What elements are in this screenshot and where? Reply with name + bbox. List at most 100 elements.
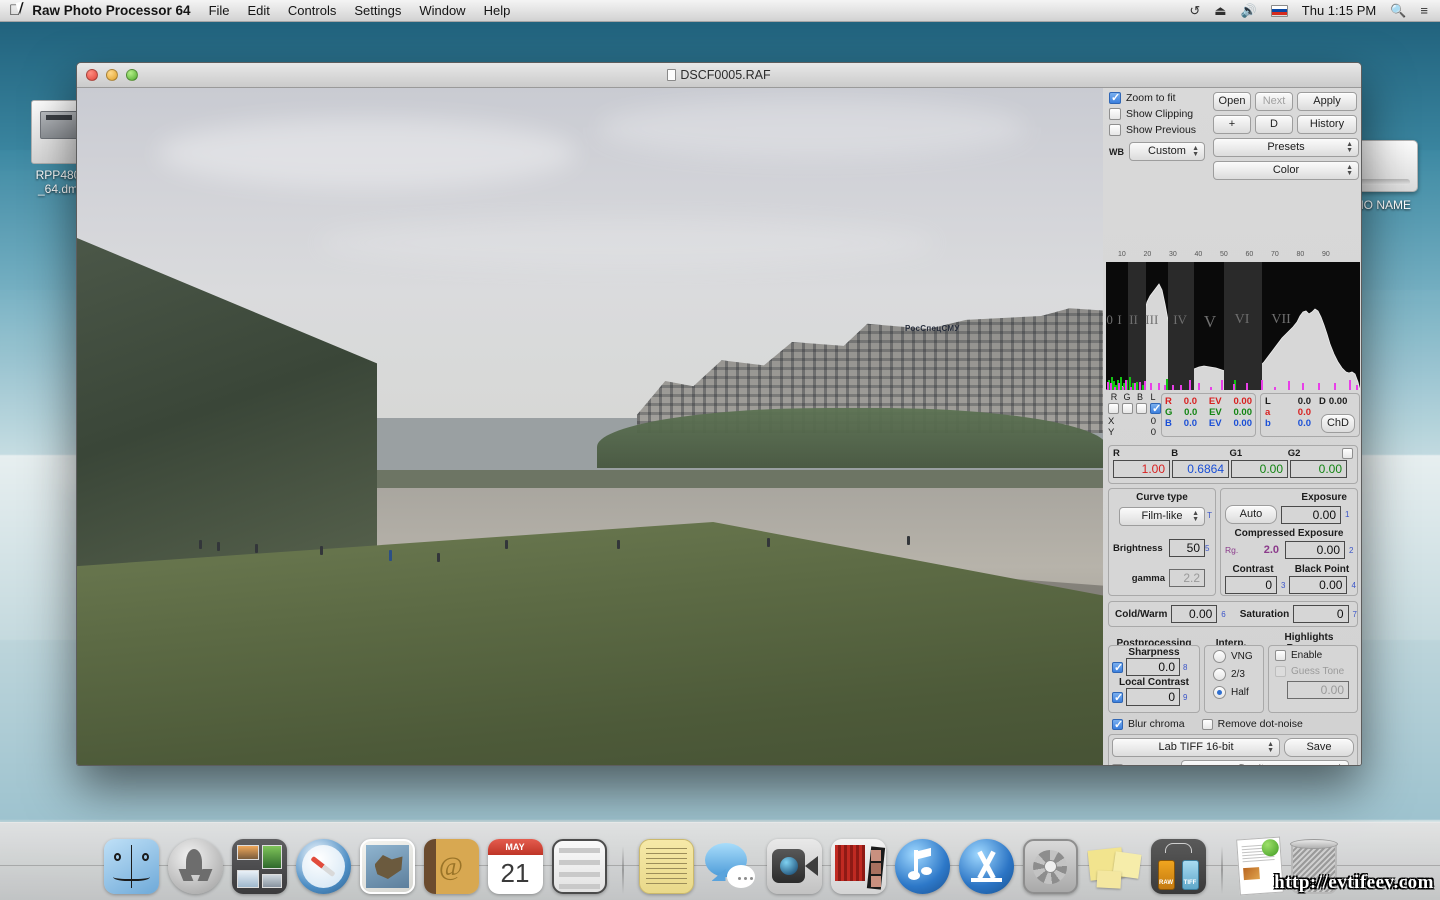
histogram-clip-mark	[1144, 381, 1146, 390]
multiplier-value-r[interactable]: 1.00	[1113, 460, 1170, 478]
app-store-icon[interactable]	[958, 839, 1014, 894]
menu-controls[interactable]: Controls	[288, 3, 336, 18]
menubar-clock[interactable]: Thu 1:15 PM	[1302, 3, 1376, 18]
curve-type-value: Film-like	[1141, 510, 1183, 522]
menu-settings[interactable]: Settings	[354, 3, 401, 18]
interp-option-vng[interactable]: VNG	[1213, 650, 1263, 663]
interp-option-half[interactable]: Half	[1213, 686, 1263, 699]
remove-dot-noise-checkbox[interactable]	[1201, 718, 1213, 730]
mail-icon[interactable]	[359, 839, 415, 894]
cold-warm-field[interactable]: 0.00	[1171, 605, 1218, 623]
highlights-enable-row[interactable]: Enable	[1275, 650, 1357, 661]
multiplier-value-g2[interactable]: 0.00	[1290, 460, 1347, 478]
output-format-popup[interactable]: Lab TIFF 16-bit ▲ ▼	[1112, 738, 1280, 757]
chd-button[interactable]: ChD	[1321, 414, 1355, 433]
compressed-exposure-field[interactable]: 0.00	[1285, 541, 1345, 559]
add-preset-button[interactable]: +	[1213, 115, 1251, 134]
active-app-name[interactable]: Raw Photo Processor 64	[32, 3, 190, 18]
multiplier-value-g1[interactable]: 0.00	[1231, 460, 1288, 478]
notes-icon[interactable]	[638, 839, 694, 894]
photobooth-icon[interactable]	[830, 839, 886, 894]
show-previous-label: Show Previous	[1126, 124, 1197, 136]
spotlight-search-icon[interactable]: 🔍	[1390, 3, 1406, 19]
raw-photo-processor-icon[interactable]: RAW TIFF	[1150, 839, 1206, 894]
d-button[interactable]: D	[1255, 115, 1293, 134]
apply-button[interactable]: Apply	[1297, 92, 1357, 111]
channel-g-checkbox[interactable]	[1122, 403, 1133, 414]
facetime-icon[interactable]	[766, 839, 822, 894]
save-button[interactable]: Save	[1284, 738, 1354, 757]
safari-icon[interactable]	[295, 839, 351, 894]
channel-l-checkbox[interactable]	[1150, 402, 1161, 415]
highlights-value-field[interactable]: 0.00	[1287, 681, 1349, 699]
black-point-field[interactable]: 0.00	[1289, 576, 1348, 594]
open-action-popup[interactable]: Don't open ▲▼	[1181, 760, 1350, 765]
curve-type-popup[interactable]: Film-like ▲ ▼	[1119, 507, 1205, 526]
channel-b-checkbox[interactable]	[1136, 403, 1147, 414]
open-button[interactable]: Open	[1213, 92, 1251, 111]
mission-control-icon[interactable]	[231, 839, 287, 894]
wb-popup[interactable]: Custom ▲ ▼	[1129, 142, 1205, 161]
multiplier-value-b[interactable]: 0.6864	[1172, 460, 1229, 478]
cold-warm-index: 6	[1221, 609, 1226, 619]
launchpad-icon[interactable]	[167, 839, 223, 894]
histogram-scale-tick: 90	[1322, 251, 1330, 258]
menu-edit[interactable]: Edit	[248, 3, 270, 18]
finder-icon[interactable]	[103, 839, 159, 894]
menu-file[interactable]: File	[209, 3, 230, 18]
tiff-label: TIFF	[1183, 880, 1197, 886]
histogram[interactable]: 0 I II III IV V VI VII	[1106, 262, 1360, 390]
highlights-enable-checkbox[interactable]	[1275, 650, 1286, 661]
local-contrast-field[interactable]: 0	[1126, 688, 1180, 706]
show-previous-checkbox[interactable]	[1109, 124, 1121, 136]
notification-center-icon[interactable]: ≡	[1420, 3, 1428, 18]
blur-chroma-checkbox[interactable]	[1112, 718, 1123, 731]
menu-help[interactable]: Help	[484, 3, 511, 18]
brightness-field[interactable]: 50	[1169, 539, 1205, 557]
guess-tone-checkbox[interactable]	[1275, 666, 1286, 677]
local-contrast-checkbox[interactable]	[1112, 691, 1123, 704]
time-machine-icon[interactable]: ↺	[1189, 3, 1200, 19]
sharpness-field[interactable]: 0.0	[1126, 658, 1180, 676]
volume-icon[interactable]: 🔊	[1241, 3, 1257, 19]
show-previous-row[interactable]: Show Previous	[1109, 124, 1209, 136]
copy-tags-checkbox[interactable]	[1112, 764, 1123, 765]
window-titlebar[interactable]: DSCF0005.RAF	[77, 63, 1361, 88]
multiplier-lock-checkbox[interactable]	[1341, 448, 1353, 459]
interp-option-23[interactable]: 2/3	[1213, 668, 1263, 681]
next-button[interactable]: Next	[1255, 92, 1293, 111]
reminders-icon[interactable]	[551, 839, 607, 894]
interp-vng-radio[interactable]	[1213, 650, 1226, 663]
show-clipping-row[interactable]: Show Clipping	[1109, 108, 1209, 120]
stickies-icon[interactable]	[1087, 839, 1142, 894]
exposure-field[interactable]: 0.00	[1281, 505, 1341, 524]
zoom-to-fit-row[interactable]: Zoom to fit	[1109, 91, 1209, 104]
color-popup[interactable]: Color ▲ ▼	[1213, 161, 1359, 180]
gamma-field[interactable]: 2.2	[1169, 569, 1205, 587]
menu-window[interactable]: Window	[419, 3, 465, 18]
contrast-field[interactable]: 0	[1225, 576, 1277, 594]
auto-exposure-button[interactable]: Auto	[1225, 505, 1277, 524]
show-clipping-checkbox[interactable]	[1109, 108, 1121, 120]
histogram-clip-mark	[1210, 387, 1212, 390]
interp-half-radio[interactable]	[1213, 686, 1226, 699]
calendar-icon[interactable]: MAY 21	[487, 839, 543, 894]
image-preview-canvas[interactable]: РосСпецСМУ	[77, 88, 1103, 765]
sharpness-checkbox[interactable]	[1112, 661, 1123, 674]
system-preferences-icon[interactable]	[1022, 839, 1078, 894]
russian-flag-icon[interactable]	[1270, 4, 1288, 17]
calendar-month-label: MAY	[487, 839, 543, 855]
interp-23-radio[interactable]	[1213, 668, 1226, 681]
zoom-to-fit-checkbox[interactable]	[1109, 91, 1121, 104]
channel-r-checkbox[interactable]	[1108, 403, 1119, 414]
tone-group: Cold/Warm 0.00 6 Saturation 0 7	[1108, 601, 1358, 627]
history-button[interactable]: History	[1297, 115, 1357, 134]
lab-a-value: 0.0	[1297, 407, 1311, 418]
eject-icon[interactable]: ⏏	[1214, 3, 1226, 19]
saturation-field[interactable]: 0	[1293, 605, 1349, 623]
messages-icon[interactable]	[703, 839, 758, 894]
contacts-icon[interactable]: @	[423, 839, 479, 894]
presets-popup[interactable]: Presets ▲ ▼	[1213, 138, 1359, 157]
itunes-icon[interactable]	[894, 839, 950, 894]
guess-tone-row[interactable]: Guess Tone	[1275, 666, 1357, 677]
